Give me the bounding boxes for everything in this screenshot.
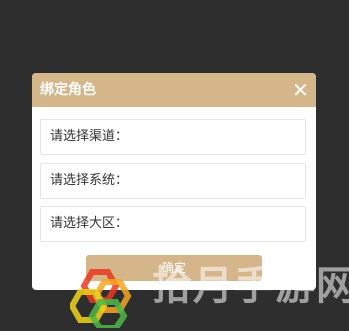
region-select-label: 请选择大区： xyxy=(50,216,129,231)
system-select[interactable]: 请选择系统： xyxy=(40,163,306,199)
dialog-title: 绑定角色 xyxy=(40,82,96,98)
close-icon[interactable]: ✕ xyxy=(292,80,309,100)
dialog-header: 绑定角色 ✕ xyxy=(32,73,316,107)
watermark-text: 拾月手游网 xyxy=(152,262,349,309)
system-select-label: 请选择系统： xyxy=(50,173,129,188)
hexagon-logo-icon xyxy=(70,269,132,328)
channel-select-label: 请选择渠道： xyxy=(50,129,129,144)
region-select[interactable]: 请选择大区： xyxy=(40,206,306,242)
channel-select[interactable]: 请选择渠道： xyxy=(40,119,306,155)
watermark: 拾月手游网 xyxy=(70,258,349,328)
